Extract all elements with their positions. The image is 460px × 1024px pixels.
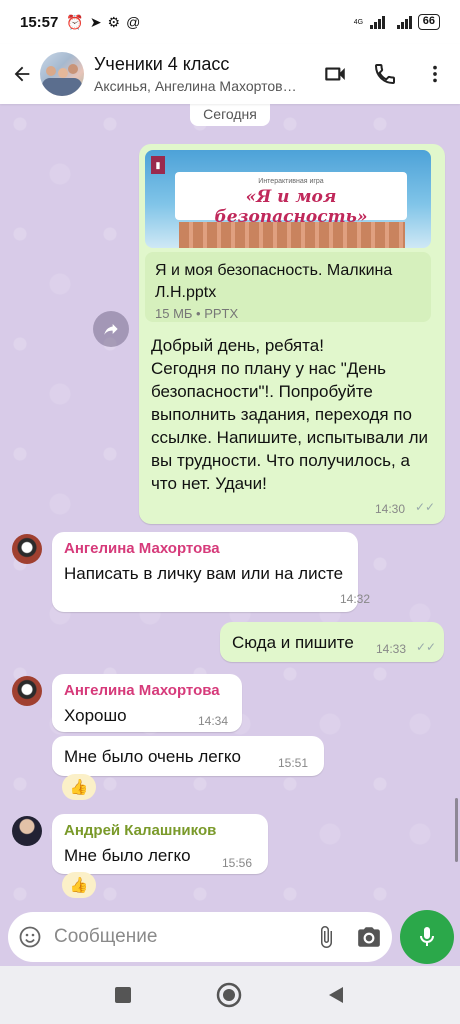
message-input-container[interactable]: Сообщение xyxy=(8,912,392,962)
message-time: 14:32 xyxy=(340,592,371,606)
message-text: Мне было легко xyxy=(64,846,191,865)
message-text: Добрый день, ребята! Сегодня по плану у … xyxy=(151,336,429,493)
status-time: 15:57 xyxy=(20,13,59,31)
settings-icon: ⚙ xyxy=(107,13,121,30)
chat-area[interactable]: Сегодня ▮ Интерактивная игра «Я и моя бе… xyxy=(0,104,460,910)
voice-call-button[interactable] xyxy=(364,53,406,95)
signal-icon xyxy=(369,15,385,29)
voice-record-button[interactable] xyxy=(400,910,454,964)
recents-icon[interactable] xyxy=(114,986,132,1004)
network-type: 4G xyxy=(353,18,364,26)
doc-title-line1: Интерактивная игра xyxy=(258,178,324,185)
message-input[interactable]: Сообщение xyxy=(54,926,314,948)
signal-icon-2 xyxy=(396,15,412,29)
battery-indicator: 66 xyxy=(417,14,440,30)
compose-bar: Сообщение xyxy=(0,910,460,966)
message-incoming[interactable]: Мне было очень легко 15:51 xyxy=(52,736,324,776)
message-time: 14:33 xyxy=(376,642,407,656)
message-text: Написать в личку вам или на листе xyxy=(64,564,344,583)
camera-icon[interactable] xyxy=(356,924,382,950)
back-button[interactable] xyxy=(4,56,40,92)
chat-title: Ученики 4 класс xyxy=(94,54,230,74)
message-outgoing[interactable]: Сюда и пишите 14:33 ✓✓ xyxy=(220,622,444,662)
message-time: 14:30 xyxy=(375,502,406,516)
system-nav-bar xyxy=(0,966,460,1024)
presentation-icon: ▮ xyxy=(151,156,165,174)
message-time: 15:56 xyxy=(222,856,253,870)
reaction-thumbs-up[interactable]: 👍 xyxy=(62,872,96,898)
file-attachment[interactable]: Я и моя безопасность. Малкина Л.Н.pptx 1… xyxy=(145,252,431,322)
emoji-icon[interactable] xyxy=(18,925,42,949)
mic-icon xyxy=(420,927,434,946)
document-preview[interactable]: ▮ Интерактивная игра «Я и моя безопаснос… xyxy=(145,150,431,248)
message-incoming[interactable]: Ангелина Махортова Хорошо 14:34 xyxy=(52,674,242,732)
at-icon: @ xyxy=(126,14,141,30)
avatar[interactable] xyxy=(12,534,42,564)
sender-name[interactable]: Андрей Калашников xyxy=(64,822,216,839)
file-name: Я и моя безопасность. Малкина Л.Н.pptx xyxy=(155,262,393,301)
message-text: Хорошо xyxy=(64,706,127,725)
message-text: Сюда и пишите xyxy=(232,633,354,652)
message-incoming[interactable]: Ангелина Махортова Написать в личку вам … xyxy=(52,532,370,612)
date-chip: Сегодня xyxy=(190,104,270,126)
message-outgoing-document[interactable]: ▮ Интерактивная игра «Я и моя безопаснос… xyxy=(139,144,445,524)
message-incoming[interactable]: Андрей Калашников Мне было легко 15:56 xyxy=(52,814,268,874)
video-call-button[interactable] xyxy=(314,53,356,95)
more-vert-icon xyxy=(433,65,437,83)
sender-name[interactable]: Ангелина Махортова xyxy=(64,540,220,557)
doc-title-line2: «Я и моя безопасность» xyxy=(214,187,368,227)
more-options-button[interactable] xyxy=(414,53,456,95)
video-camera-icon xyxy=(325,67,345,81)
message-time: 15:51 xyxy=(278,756,309,770)
scrollbar[interactable] xyxy=(455,798,458,862)
status-bar: 15:57 ⏰ ➤ ⚙ @ 4G 66 xyxy=(0,0,460,44)
reaction-thumbs-up[interactable]: 👍 xyxy=(62,774,96,800)
group-avatar[interactable] xyxy=(40,52,84,96)
sender-name[interactable]: Ангелина Махортова xyxy=(64,682,220,699)
phone-icon xyxy=(374,64,395,85)
paperclip-icon[interactable] xyxy=(314,925,338,949)
forward-icon xyxy=(104,324,118,335)
avatar[interactable] xyxy=(12,816,42,846)
arrow-left-icon xyxy=(14,66,30,82)
read-checks-icon: ✓✓ xyxy=(415,500,436,514)
message-text: Мне было очень легко xyxy=(64,747,241,766)
forward-button[interactable] xyxy=(93,311,129,347)
avatar[interactable] xyxy=(12,676,42,706)
home-icon[interactable] xyxy=(216,982,242,1008)
back-nav-icon[interactable] xyxy=(326,985,346,1005)
telegram-icon: ➤ xyxy=(89,13,102,30)
alarm-icon: ⏰ xyxy=(66,13,84,30)
read-checks-icon: ✓✓ xyxy=(416,640,437,654)
chat-members: Аксинья, Ангелина Махортов… xyxy=(94,78,297,94)
chat-header: Ученики 4 класс Аксинья, Ангелина Махорт… xyxy=(0,44,460,104)
chat-info[interactable]: Ученики 4 класс Аксинья, Ангелина Махорт… xyxy=(94,54,314,94)
message-time: 14:34 xyxy=(198,714,229,728)
building-image xyxy=(179,222,405,248)
file-meta: 15 МБ • PPTX xyxy=(155,306,239,321)
